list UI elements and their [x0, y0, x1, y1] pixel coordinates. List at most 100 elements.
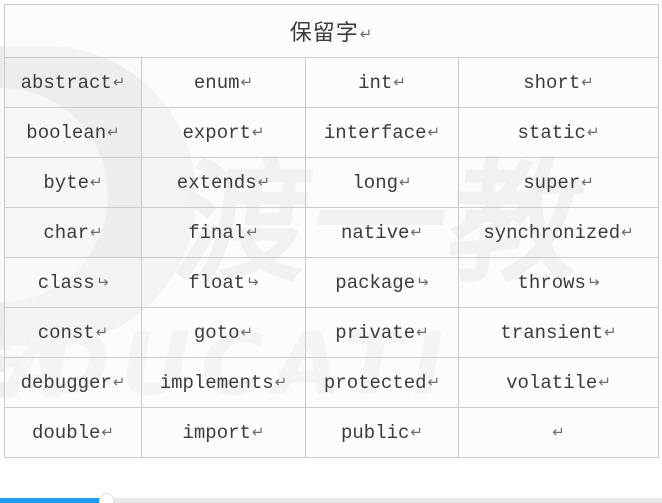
keyword-label: synchronized [483, 221, 621, 244]
reserved-words-table: 保留字↵ abstract↵ enum↵ int↵ short↵ boolean… [3, 4, 660, 458]
table-cell: debugger↵ [4, 357, 142, 408]
keyword-label: transient [500, 321, 604, 344]
paragraph-mark-icon: ↵ [95, 272, 109, 291]
table-cell: volatile↵ [457, 357, 660, 408]
paragraph-mark-icon: ↵ [274, 372, 288, 391]
paragraph-mark-icon: ↵ [410, 222, 423, 241]
table-cell: throws↵ [457, 257, 660, 308]
keyword-label: private [335, 321, 416, 344]
table-cell: short↵ [457, 57, 660, 108]
paragraph-mark-icon: ↵ [101, 422, 114, 441]
paragraph-mark-icon: ↵ [581, 172, 594, 191]
table-row: abstract↵ enum↵ int↵ short↵ [4, 57, 660, 108]
table-cell: export↵ [141, 107, 306, 158]
table-cell: interface↵ [305, 107, 459, 158]
table-cell: final↵ [141, 207, 306, 258]
table-cell: char↵ [4, 207, 142, 258]
table-cell: protected↵ [305, 357, 459, 408]
table-cell: implements↵ [141, 357, 306, 408]
keyword-label: extends [176, 171, 257, 194]
paragraph-mark-icon: ↵ [581, 72, 594, 91]
keyword-label: char [43, 221, 90, 244]
table-row: class↵ float↵ package↵ throws↵ [4, 257, 660, 308]
keyword-label: abstract [20, 71, 112, 94]
paragraph-mark-icon: ↵ [90, 222, 103, 241]
paragraph-mark-icon: ↵ [586, 122, 600, 141]
paragraph-mark-icon: ↵ [598, 372, 611, 391]
keyword-label: throws [517, 271, 586, 294]
table-cell: enum↵ [141, 57, 306, 108]
paragraph-mark-icon: ↵ [90, 172, 103, 191]
paragraph-mark-icon: ↵ [399, 172, 412, 191]
table-title-row: 保留字↵ [3, 4, 660, 58]
table-cell: abstract↵ [4, 57, 142, 108]
table-cell: float↵ [141, 257, 306, 308]
keyword-label: public [341, 421, 410, 444]
keyword-label: final [188, 221, 246, 244]
table-cell: byte↵ [4, 157, 142, 208]
keyword-label: protected [323, 371, 427, 394]
paragraph-mark-icon: ↵ [95, 322, 109, 341]
paragraph-mark-icon: ↵ [246, 222, 259, 241]
keyword-label: long [352, 171, 399, 194]
progress-bar-knob[interactable] [100, 494, 113, 503]
paragraph-mark-icon: ↵ [427, 122, 441, 141]
paragraph-mark-icon: ↵ [246, 272, 259, 291]
paragraph-mark-icon: ↵ [257, 172, 271, 191]
table-cell: double↵ [4, 407, 142, 458]
table-row: byte↵ extends↵ long↵ super↵ [4, 157, 660, 208]
keyword-label: native [341, 221, 410, 244]
table-cell: private↵ [305, 307, 459, 358]
paragraph-mark-icon: ↵ [359, 25, 374, 43]
table-cell: package↵ [305, 257, 459, 308]
keyword-label: static [517, 121, 586, 144]
table-cell: goto↵ [141, 307, 306, 358]
keyword-label: float [188, 271, 246, 294]
table-row: double↵ import↵ public↵ ↵ [4, 407, 660, 458]
table-cell-empty: ↵ [457, 407, 660, 458]
table-row: const↵ goto↵ private↵ transient↵ [4, 307, 660, 358]
table-cell: class↵ [4, 257, 142, 308]
paragraph-mark-icon: ↵ [251, 122, 265, 141]
table-cell: extends↵ [141, 157, 306, 208]
keyword-label: package [335, 271, 416, 294]
progress-bar-fill [0, 498, 104, 503]
paragraph-mark-icon: ↵ [410, 422, 423, 441]
keyword-label: implements [159, 371, 274, 394]
table-cell: native↵ [305, 207, 459, 258]
table-row: debugger↵ implements↵ protected↵ volatil… [4, 357, 660, 408]
paragraph-mark-icon: ↵ [393, 72, 406, 91]
keyword-label: double [32, 421, 101, 444]
keyword-label: super [523, 171, 581, 194]
keyword-label: interface [323, 121, 427, 144]
keyword-label: volatile [506, 371, 598, 394]
table-cell: boolean↵ [4, 107, 142, 158]
table-row: boolean↵ export↵ interface↵ static↵ [4, 107, 660, 158]
keyword-label: enum [193, 71, 240, 94]
table-cell: long↵ [305, 157, 459, 208]
table-cell: public↵ [305, 407, 459, 458]
keyword-label: int [358, 71, 393, 94]
keyword-label: goto [193, 321, 240, 344]
progress-bar-track[interactable] [0, 494, 662, 503]
table-cell: int↵ [305, 57, 459, 108]
paragraph-mark-icon: ↵ [416, 272, 429, 291]
table-title-cell: 保留字↵ [3, 4, 660, 58]
paragraph-mark-icon: ↵ [240, 72, 254, 91]
paragraph-mark-icon: ↵ [552, 422, 565, 441]
keyword-label: short [523, 71, 581, 94]
paragraph-mark-icon: ↵ [586, 272, 600, 291]
keyword-label: import [182, 421, 251, 444]
keyword-label: const [37, 321, 95, 344]
keyword-label: export [182, 121, 251, 144]
paragraph-mark-icon: ↵ [251, 422, 265, 441]
paragraph-mark-icon: ↵ [107, 122, 120, 141]
paragraph-mark-icon: ↵ [112, 372, 126, 391]
table-container: 保留字↵ abstract↵ enum↵ int↵ short↵ boolean… [0, 0, 662, 458]
table-cell: super↵ [457, 157, 660, 208]
paragraph-mark-icon: ↵ [112, 72, 126, 91]
table-cell: static↵ [457, 107, 660, 158]
page-title: 保留字 [289, 21, 359, 46]
table-cell: transient↵ [457, 307, 660, 358]
table-cell: synchronized↵ [457, 207, 660, 258]
